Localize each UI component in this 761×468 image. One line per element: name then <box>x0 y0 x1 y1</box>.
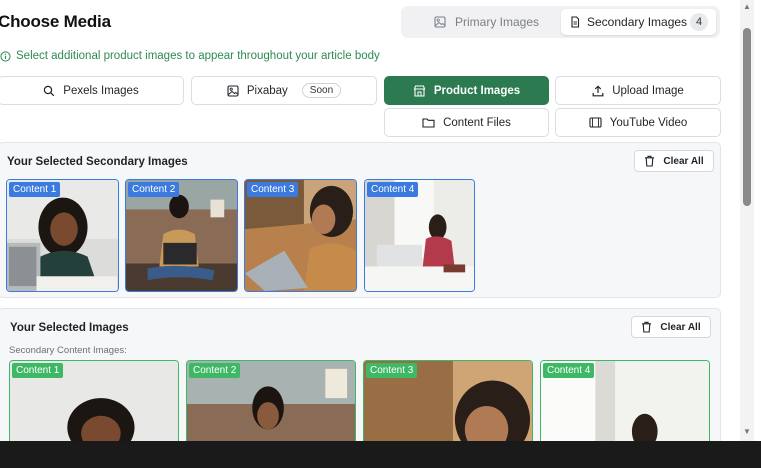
product-images-button[interactable]: Product Images <box>384 76 549 105</box>
pixabay-button[interactable]: Pixabay Soon <box>191 76 377 105</box>
window-edge <box>754 0 761 441</box>
clear-selected-label: Clear All <box>660 321 701 333</box>
trash-icon <box>642 321 652 333</box>
upload-label: Upload Image <box>612 84 684 97</box>
scroll-down-arrow-icon[interactable]: ▼ <box>743 427 751 437</box>
image-type-toggle: Primary Images Secondary Images 4 <box>401 6 720 38</box>
secondary-image-4[interactable]: Content 4 <box>364 179 475 292</box>
search-icon <box>44 85 55 96</box>
selected-image-4[interactable]: Content 4 <box>540 360 710 441</box>
content-files-button[interactable]: Content Files <box>384 108 549 137</box>
info-text: Select additional product images to appe… <box>16 50 380 62</box>
secondary-count-badge: 4 <box>690 13 708 31</box>
content-tag: Content 1 <box>12 363 64 378</box>
tab-primary-label: Primary Images <box>455 15 540 29</box>
store-icon <box>413 84 426 97</box>
secondary-image-1[interactable]: Content 1 <box>6 179 119 292</box>
content-tag: Content 3 <box>247 182 299 197</box>
selected-image-3[interactable]: Content 3 <box>363 360 533 441</box>
clear-secondary-label: Clear All <box>663 155 704 167</box>
trash-icon <box>645 155 655 167</box>
media-dialog: Choose Media Primary Images Secondary Im… <box>0 0 740 441</box>
selected-image-2[interactable]: Content 2 <box>186 360 356 441</box>
content-tag: Content 4 <box>367 182 419 197</box>
pexels-images-button[interactable]: Pexels Images <box>0 76 184 105</box>
secondary-content-label: Secondary Content Images: <box>9 345 127 356</box>
soon-badge: Soon <box>301 83 342 98</box>
scrollbar[interactable]: ▲ ▼ <box>740 0 754 441</box>
clear-selected-button[interactable]: Clear All <box>631 316 711 338</box>
selected-image-1[interactable]: Content 1 <box>9 360 179 441</box>
document-icon <box>571 16 580 28</box>
scroll-up-arrow-icon[interactable]: ▲ <box>743 2 751 12</box>
image-icon <box>434 16 446 28</box>
scroll-thumb[interactable] <box>743 28 751 206</box>
info-icon <box>0 50 11 62</box>
secondary-image-3[interactable]: Content 3 <box>244 179 357 292</box>
secondary-panel-title: Your Selected Secondary Images <box>7 156 188 168</box>
secondary-images-panel: Your Selected Secondary Images Clear All… <box>0 142 721 298</box>
content-tag: Content 2 <box>189 363 241 378</box>
content-tag: Content 1 <box>9 182 61 197</box>
tab-primary-images[interactable]: Primary Images <box>405 9 557 35</box>
youtube-label: YouTube Video <box>609 116 688 129</box>
product-images-label: Product Images <box>433 84 521 97</box>
secondary-image-2[interactable]: Content 2 <box>125 179 238 292</box>
pexels-label: Pexels Images <box>63 84 139 97</box>
content-tag: Content 3 <box>366 363 418 378</box>
video-icon <box>589 117 602 128</box>
image-icon <box>227 84 239 97</box>
tab-secondary-label: Secondary Images <box>587 15 688 29</box>
info-message: Select additional product images to appe… <box>0 50 380 62</box>
upload-image-button[interactable]: Upload Image <box>555 76 721 105</box>
youtube-video-button[interactable]: YouTube Video <box>555 108 721 137</box>
pixabay-label: Pixabay <box>246 84 288 97</box>
folder-icon <box>422 118 435 128</box>
content-tag: Content 4 <box>543 363 595 378</box>
content-tag: Content 2 <box>128 182 180 197</box>
upload-icon <box>592 84 604 96</box>
selected-panel-title: Your Selected Images <box>10 322 129 334</box>
tab-secondary-images[interactable]: Secondary Images 4 <box>561 9 716 35</box>
clear-secondary-button[interactable]: Clear All <box>634 150 714 172</box>
content-files-label: Content Files <box>443 116 511 129</box>
page-title: Choose Media <box>0 12 111 31</box>
